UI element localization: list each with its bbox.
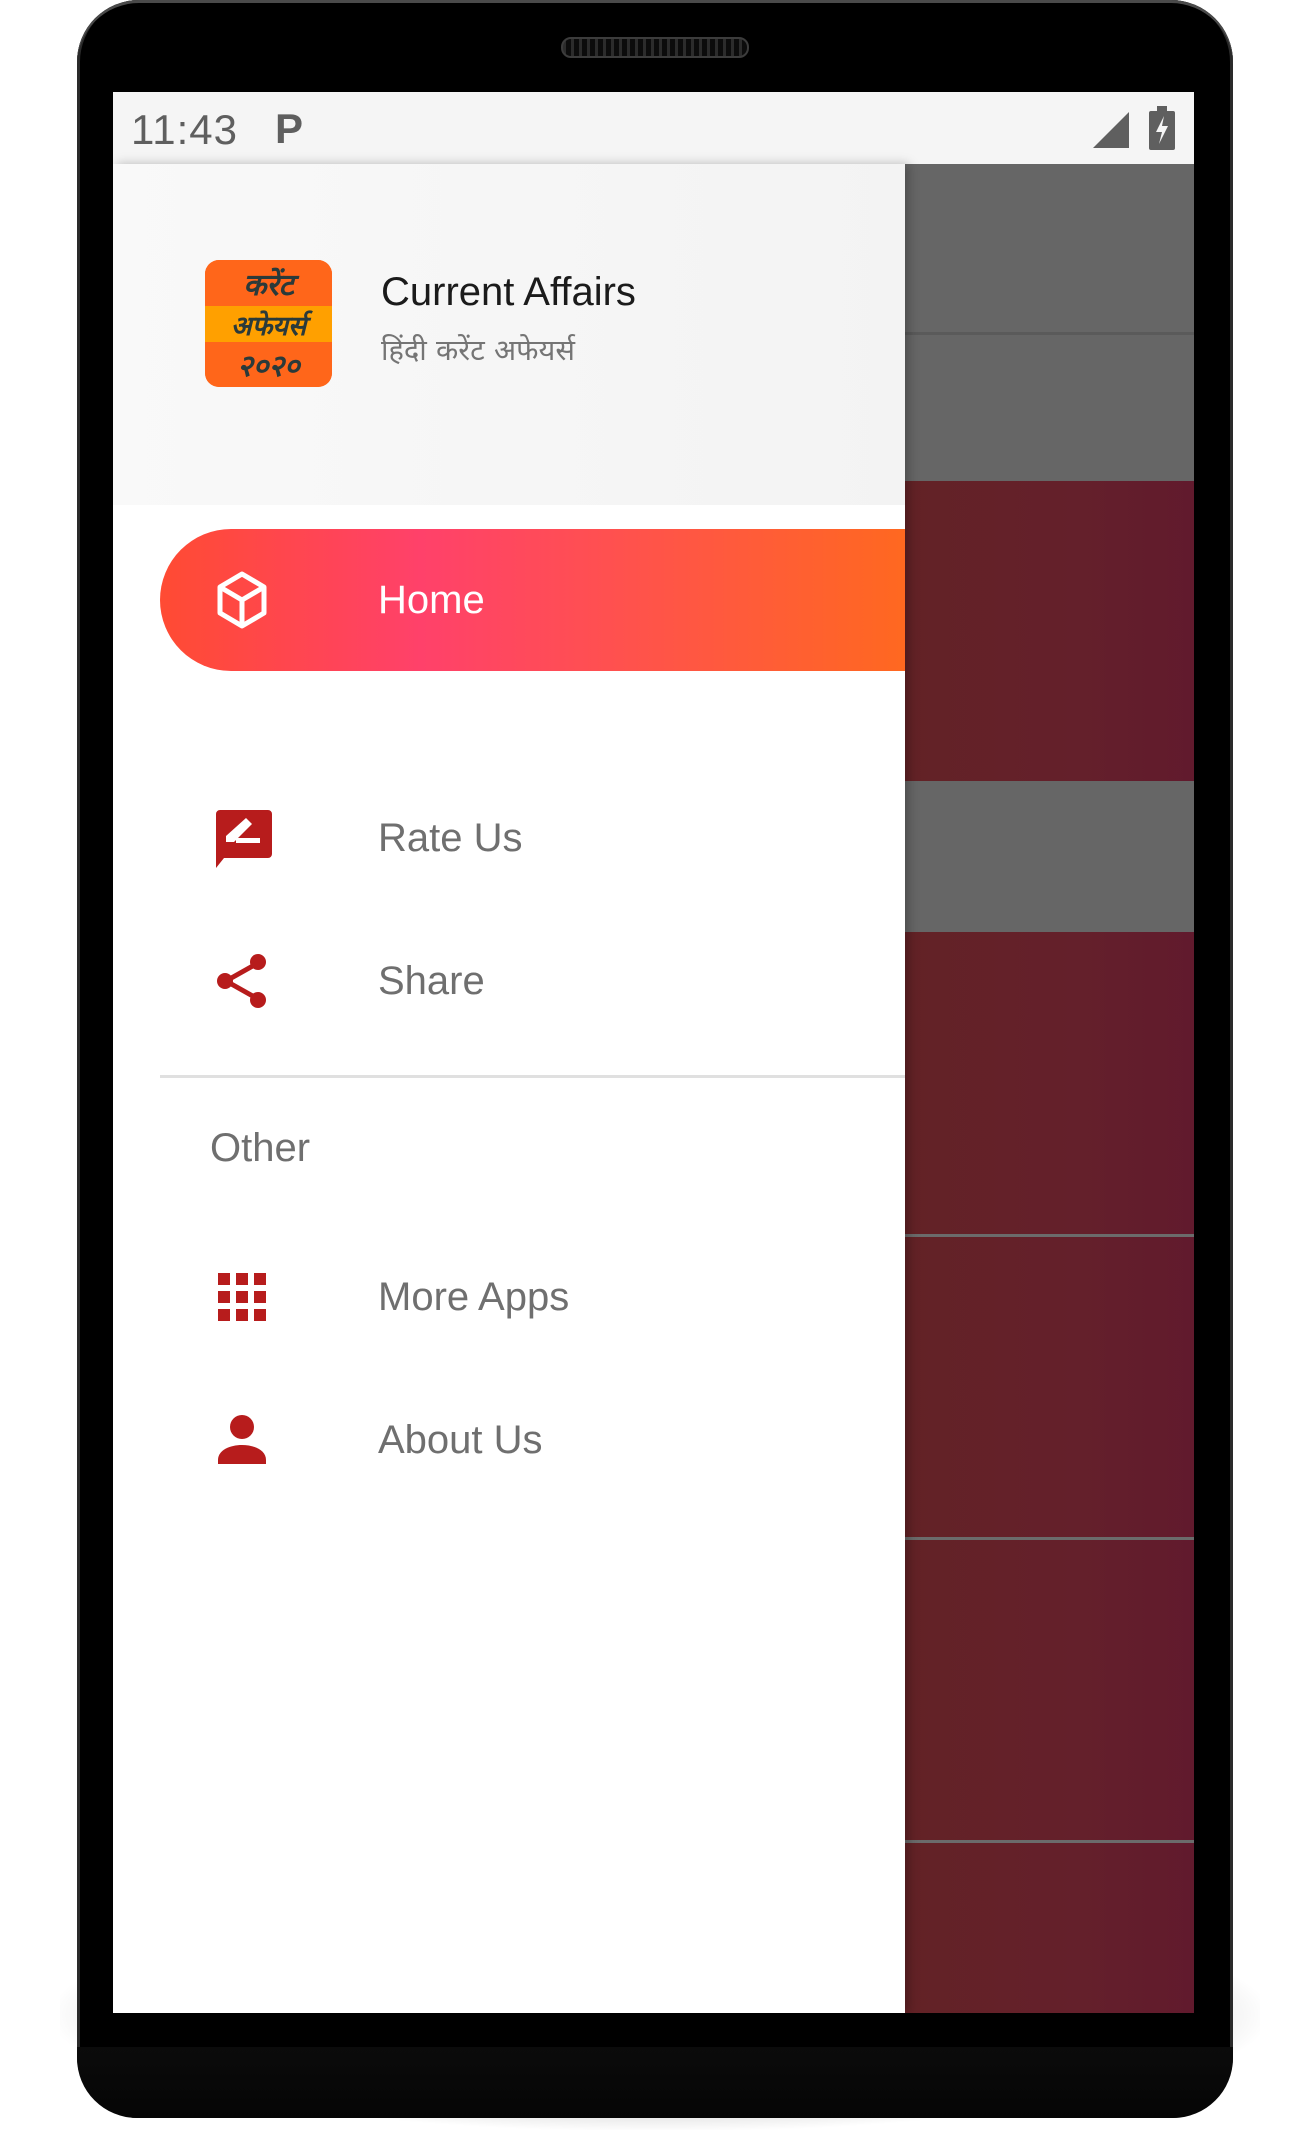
rate-review-icon xyxy=(216,810,272,868)
chevron-right-icon xyxy=(1193,1352,1194,1422)
background-banner xyxy=(905,335,1194,481)
background-banner xyxy=(905,164,1194,334)
app-title: Current Affairs xyxy=(381,270,636,314)
nav-label: Share xyxy=(378,959,485,1003)
background-banner xyxy=(905,781,1194,932)
cube-icon xyxy=(217,571,267,629)
parking-p-icon: P xyxy=(275,105,304,152)
section-title-other: Other xyxy=(210,1126,311,1170)
apps-grid-icon xyxy=(218,1273,266,1321)
battery-charging-icon xyxy=(1149,106,1175,150)
nav-item-home[interactable]: Home xyxy=(160,529,905,671)
share-icon xyxy=(217,954,266,1008)
background-list-row[interactable] xyxy=(905,1843,1194,2013)
phone-chin xyxy=(77,2047,1233,2118)
nav-item-about-us[interactable]: About Us xyxy=(160,1369,905,1511)
chevron-right-icon xyxy=(1193,1048,1194,1118)
nav-label: About Us xyxy=(378,1418,543,1462)
speaker-grill xyxy=(561,37,749,58)
app-logo: करेंट अफेयर्स २०२० xyxy=(205,260,332,387)
nav-item-more-apps[interactable]: More Apps xyxy=(160,1226,905,1368)
status-time: 11:43 xyxy=(131,106,238,153)
drawer-header: करेंट अफेयर्स २०२० Current Affairs हिंदी… xyxy=(113,164,905,505)
logo-text-line: अफेयर्स xyxy=(205,306,332,342)
drawer-divider xyxy=(160,1075,905,1078)
app-subtitle: हिंदी करेंट अफेयर्स xyxy=(381,333,575,367)
screen: 11:43 P करेंट अफेयर्स २०२० Current Affai… xyxy=(113,92,1194,2013)
person-icon xyxy=(218,1415,266,1464)
logo-text-line: करेंट xyxy=(205,260,332,306)
status-bar: 11:43 P xyxy=(113,92,1194,164)
nav-item-share[interactable]: Share xyxy=(160,910,905,1052)
background-list xyxy=(905,164,1194,2013)
background-list-row[interactable] xyxy=(905,932,1194,1234)
chevron-right-icon xyxy=(1193,596,1194,666)
chevron-right-icon xyxy=(1193,1959,1194,2013)
background-list-row[interactable] xyxy=(905,481,1194,781)
nav-label: More Apps xyxy=(378,1275,570,1319)
chevron-right-icon xyxy=(1193,1655,1194,1725)
background-list-row[interactable] xyxy=(905,1540,1194,1840)
logo-text-line: २०२० xyxy=(205,342,332,387)
nav-label: Home xyxy=(378,578,485,622)
nav-label: Rate Us xyxy=(378,816,523,860)
background-list-row[interactable] xyxy=(905,1237,1194,1537)
navigation-drawer: करेंट अफेयर्स २०२० Current Affairs हिंदी… xyxy=(113,164,905,2013)
cellular-signal-icon xyxy=(1093,112,1129,148)
nav-item-rate-us[interactable]: Rate Us xyxy=(160,767,905,909)
